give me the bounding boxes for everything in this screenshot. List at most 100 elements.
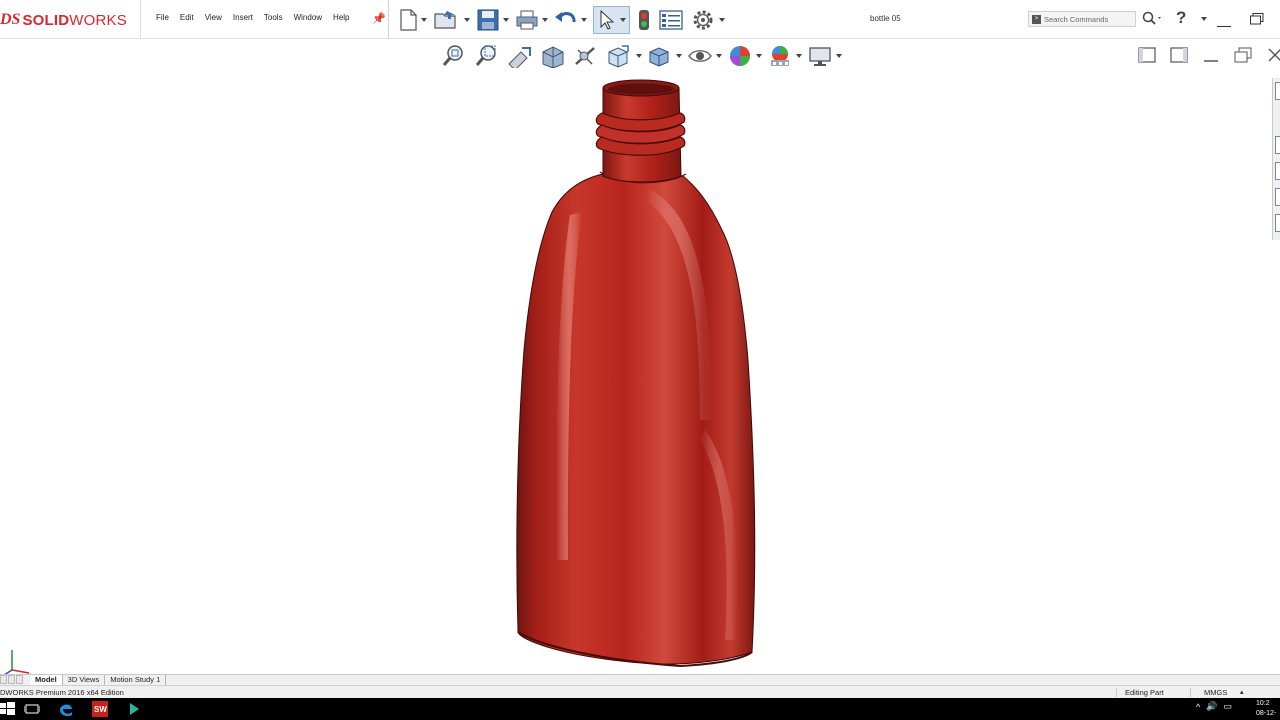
tab-scroll-first[interactable] <box>0 675 7 684</box>
menu-bar: File Edit View Insert Tools Window Help <box>156 13 361 22</box>
select-button[interactable] <box>593 6 630 34</box>
tile-right-icon[interactable] <box>1170 47 1188 63</box>
chevron-down-icon[interactable] <box>464 18 470 22</box>
undo-button[interactable] <box>554 8 587 32</box>
previous-view-icon <box>508 47 531 68</box>
menu-view[interactable]: View <box>205 13 222 22</box>
bottle-threads <box>595 112 686 156</box>
rebuild-traffic-light-icon <box>639 10 649 30</box>
volume-icon[interactable]: 🔊 <box>1206 701 1217 712</box>
bottle-model[interactable] <box>0 40 1272 674</box>
save-button[interactable] <box>476 8 509 32</box>
chevron-down-icon[interactable] <box>676 54 682 58</box>
graphics-area[interactable]: x <box>0 40 1272 678</box>
menu-edit[interactable]: Edit <box>180 13 194 22</box>
dynamic-annotation-button[interactable] <box>572 44 600 68</box>
standard-toolbar <box>398 5 731 35</box>
chevron-down-icon[interactable] <box>636 54 642 58</box>
file-properties-icon <box>659 10 683 30</box>
menu-file[interactable]: File <box>156 13 169 22</box>
menu-window[interactable]: Window <box>294 13 322 22</box>
chevron-down-icon[interactable] <box>756 54 762 58</box>
chevron-up-icon[interactable]: ▴ <box>1240 688 1244 696</box>
task-pane-tab-design-library[interactable] <box>1275 136 1280 154</box>
taskbar-clock[interactable]: 10:2 08-12- <box>1256 699 1280 719</box>
hide-show-items-button[interactable] <box>687 44 722 68</box>
chevron-down-icon[interactable] <box>503 18 509 22</box>
solidworks-logo[interactable]: DS SOLIDWORKS <box>0 9 127 31</box>
options-button[interactable] <box>690 8 725 32</box>
chevron-down-icon[interactable] <box>719 18 725 22</box>
menu-help[interactable]: Help <box>333 13 349 22</box>
document-restore-icon[interactable] <box>1234 47 1252 63</box>
document-window-controls <box>1138 47 1280 63</box>
chevron-down-icon[interactable] <box>581 18 587 22</box>
print-icon <box>516 10 538 30</box>
tab-3d-views[interactable]: 3D Views <box>63 675 106 685</box>
rebuild-button[interactable] <box>636 8 652 32</box>
status-edition: DWORKS Premium 2016 x64 Edition <box>0 688 124 697</box>
task-pane-tab-custom-properties[interactable] <box>1275 214 1280 232</box>
previous-view-button[interactable] <box>506 44 534 68</box>
chevron-down-icon[interactable] <box>421 18 427 22</box>
open-button[interactable] <box>433 8 470 32</box>
tab-scroll-next[interactable] <box>16 675 23 684</box>
bottle-body <box>516 173 756 665</box>
pin-menu-icon[interactable]: 📌 <box>372 12 386 25</box>
unit-system-selector[interactable]: MMGS <box>1190 688 1254 697</box>
network-icon[interactable]: ▭ <box>1223 701 1232 712</box>
select-arrow-icon <box>600 9 615 30</box>
search-commands-input[interactable]: > Search Commands <box>1028 11 1136 27</box>
help-icon[interactable]: ? <box>1176 8 1186 28</box>
chevron-down-icon[interactable] <box>1201 17 1207 21</box>
chevron-down-icon[interactable] <box>796 54 802 58</box>
chevron-down-icon[interactable] <box>836 54 842 58</box>
search-button[interactable] <box>1142 11 1164 32</box>
windows-start-icon[interactable] <box>0 701 16 717</box>
view-orientation-button[interactable] <box>605 44 642 68</box>
tab-motion-study[interactable]: Motion Study 1 <box>105 675 167 685</box>
menu-insert[interactable]: Insert <box>233 13 253 22</box>
solidworks-taskbar-icon[interactable]: SW <box>92 701 108 717</box>
system-tray: ^ 🔊 ▭ <box>1196 701 1238 712</box>
status-bar: DWORKS Premium 2016 x64 Edition Editing … <box>0 685 1280 698</box>
heads-up-view-toolbar <box>440 42 847 70</box>
task-pane-tab-appearances[interactable] <box>1275 188 1280 206</box>
edit-appearance-icon <box>730 46 750 66</box>
tray-chevron-up-icon[interactable]: ^ <box>1196 702 1200 712</box>
logo-divider <box>140 0 141 39</box>
ds-logo-mark: DS <box>0 11 21 28</box>
tab-model[interactable]: Model <box>30 675 63 685</box>
edge-browser-icon[interactable] <box>58 701 74 717</box>
print-button[interactable] <box>515 8 548 32</box>
menu-tools[interactable]: Tools <box>264 13 283 22</box>
clock-date: 08-12- <box>1256 710 1277 717</box>
task-view-icon[interactable] <box>24 701 40 717</box>
tile-left-icon[interactable] <box>1138 47 1156 63</box>
chevron-down-icon[interactable] <box>716 54 722 58</box>
tab-scroll-prev[interactable] <box>8 675 15 684</box>
section-view-button[interactable] <box>539 44 567 68</box>
minimize-icon[interactable] <box>1217 26 1231 27</box>
edit-appearance-button[interactable] <box>727 44 762 68</box>
apply-scene-button[interactable] <box>767 44 802 68</box>
open-folder-icon <box>434 11 456 29</box>
media-app-icon[interactable] <box>126 701 142 717</box>
task-pane-tab-resources[interactable] <box>1275 82 1280 100</box>
file-properties-button[interactable] <box>658 8 684 32</box>
zoom-to-area-button[interactable] <box>473 44 501 68</box>
chevron-down-icon[interactable] <box>620 18 626 22</box>
chevron-down-icon[interactable] <box>542 18 548 22</box>
display-style-button[interactable] <box>647 44 682 68</box>
document-close-icon[interactable] <box>1266 47 1280 63</box>
restore-window-icon[interactable] <box>1250 12 1264 25</box>
new-document-icon <box>400 9 417 31</box>
apply-scene-icon <box>771 46 789 66</box>
new-document-button[interactable] <box>398 8 427 32</box>
save-icon <box>477 9 499 31</box>
document-minimize-icon[interactable] <box>1202 47 1220 63</box>
task-pane-tab-file-explorer[interactable] <box>1275 162 1280 180</box>
zoom-to-fit-button[interactable] <box>440 44 468 68</box>
view-settings-button[interactable] <box>807 44 842 68</box>
solidworks-window: DS SOLIDWORKS File Edit View Insert Tool… <box>0 0 1280 720</box>
